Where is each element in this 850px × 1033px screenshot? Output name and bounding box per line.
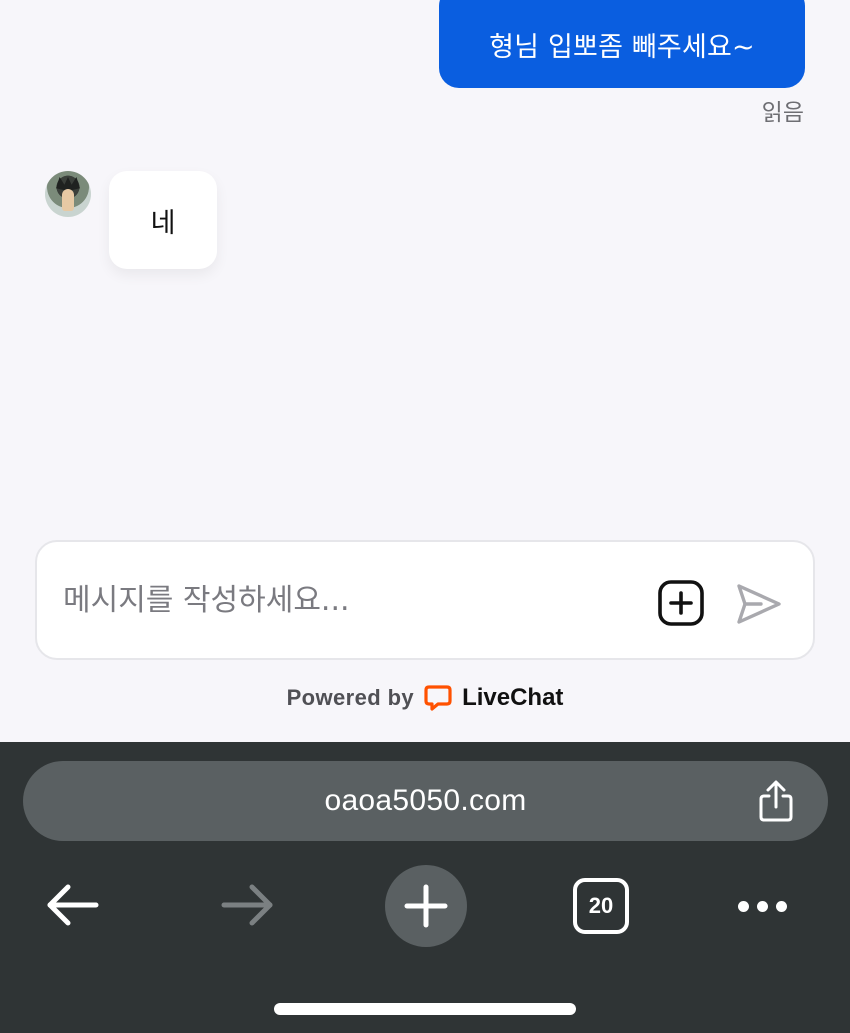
send-icon [737,584,781,624]
back-button[interactable] [44,880,100,930]
forward-arrow-icon [221,884,273,926]
more-icon-dot [775,900,787,912]
powered-by-label: Powered by [286,685,415,710]
incoming-message-text: 네 [150,207,176,239]
chat-area: 형님 입뽀좀 빼주세요~ 읽음 네 Powered by LiveC [0,0,850,742]
home-indicator [274,1003,576,1015]
tabs-icon: 20 [573,878,629,934]
livechat-brand: LiveChat [462,684,564,711]
add-attachment-button[interactable] [658,580,704,626]
add-attachment-icon [658,580,704,626]
more-icon [737,900,749,912]
more-button[interactable] [732,888,792,924]
agent-avatar [45,171,91,217]
avatar-figure [62,189,74,211]
forward-button[interactable] [220,880,276,930]
browser-toolbar: oaoa5050.com 20 [0,742,850,1033]
url-text: oaoa5050.com [324,784,527,817]
outgoing-message-text: 형님 입뽀좀 빼주세요~ [489,31,755,63]
message-input[interactable] [61,581,625,619]
powered-by-footer[interactable]: Powered by LiveChat [0,684,850,712]
send-button[interactable] [735,582,783,626]
share-button[interactable] [756,779,796,823]
new-tab-button[interactable] [385,865,467,947]
tabs-button[interactable]: 20 [573,878,629,934]
back-arrow-icon [47,884,99,926]
outgoing-message-bubble: 형님 입뽀좀 빼주세요~ [439,0,805,88]
message-composer [35,540,815,660]
address-bar[interactable]: oaoa5050.com [23,761,828,841]
tab-count: 20 [588,893,614,918]
livechat-logo-icon [424,685,452,711]
plus-icon [404,884,448,928]
incoming-message-bubble: 네 [109,171,217,269]
more-icon-dot [756,900,768,912]
read-status: 읽음 [761,100,804,126]
share-icon [759,780,793,822]
